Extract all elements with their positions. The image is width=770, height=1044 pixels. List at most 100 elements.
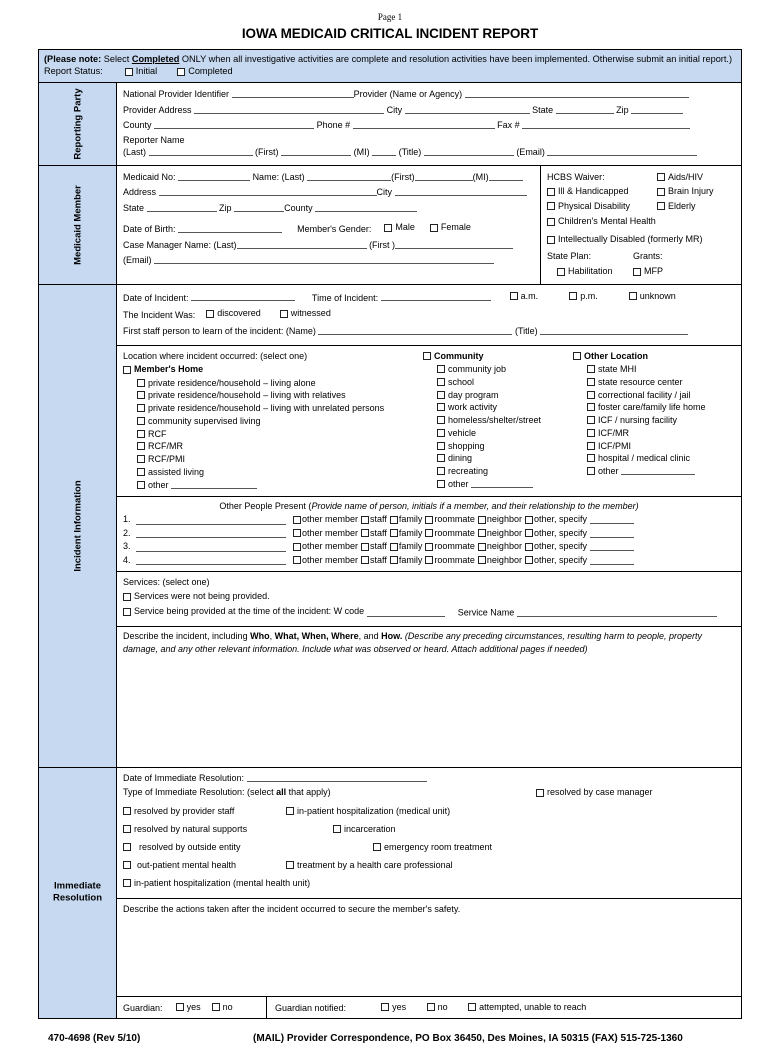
incident-witnessed-checkbox[interactable]: witnessed [279, 306, 331, 322]
location-option[interactable]: vehicle [423, 427, 573, 440]
location-option[interactable]: day program [423, 389, 573, 402]
county-input[interactable] [154, 120, 315, 130]
reporter-last-input[interactable] [148, 147, 253, 157]
location-option[interactable]: private residence/household – living alo… [123, 377, 423, 390]
location-option-other[interactable]: other [423, 478, 573, 491]
relationship-roommate-checkbox[interactable]: roommate [425, 554, 475, 568]
location-heading-other-location[interactable]: Other Location [573, 350, 648, 364]
provider-name-input[interactable] [464, 89, 689, 98]
relationship-roommate-checkbox[interactable]: roommate [425, 527, 475, 541]
w-code-input[interactable] [366, 608, 445, 617]
resolution-inpatient-medical-checkbox[interactable]: in-patient hospitalization (medical unit… [286, 802, 536, 820]
location-option[interactable]: homeless/shelter/street [423, 414, 573, 427]
incident-date-input[interactable] [191, 292, 296, 302]
location-heading-community[interactable]: Community [423, 350, 484, 364]
relationship-specify-input[interactable] [589, 542, 634, 552]
member-state-input[interactable] [146, 203, 217, 213]
location-option[interactable]: correctional facility / jail [573, 389, 733, 402]
relationship-staff-checkbox[interactable]: staff [361, 527, 387, 541]
reporter-first-input[interactable] [281, 147, 352, 157]
resolution-inpatient-mental-health-checkbox[interactable]: in-patient hospitalization (mental healt… [123, 874, 333, 892]
state-input[interactable] [555, 105, 614, 114]
case-manager-first-input[interactable] [395, 240, 514, 249]
location-option[interactable]: ICF / nursing facility [573, 414, 733, 427]
resolution-natural-supports-checkbox[interactable]: resolved by natural supports [123, 820, 333, 838]
member-zip-input[interactable] [234, 203, 285, 213]
notified-attempted-checkbox[interactable]: attempted, unable to reach [468, 1002, 586, 1012]
location-option[interactable]: shopping [423, 440, 573, 453]
describe-incident-textarea[interactable] [117, 657, 741, 767]
relationship-roommate-checkbox[interactable]: roommate [425, 540, 475, 554]
person-name-input[interactable] [136, 555, 286, 566]
relationship-family-checkbox[interactable]: family [389, 554, 422, 568]
resolution-emergency-room-checkbox[interactable]: emergency room treatment [373, 838, 583, 856]
reporter-email-input[interactable] [547, 147, 698, 157]
location-option[interactable]: RCF/MR [123, 440, 423, 453]
location-heading-members-home[interactable]: Member's Home [123, 363, 203, 377]
gender-male-checkbox[interactable]: Male [384, 220, 415, 236]
fax-input[interactable] [522, 120, 691, 130]
location-option[interactable]: RCF [123, 428, 423, 441]
other-community-input[interactable] [471, 479, 534, 488]
relationship-other-specify-checkbox[interactable]: other, specify [524, 554, 587, 568]
location-option[interactable]: recreating [423, 465, 573, 478]
resolution-provider-staff-checkbox[interactable]: resolved by provider staff [123, 802, 286, 820]
location-option[interactable]: ICF/MR [573, 427, 733, 440]
location-option-other[interactable]: other [123, 479, 423, 492]
waiver-elderly-checkbox[interactable]: Elderly [657, 199, 696, 214]
relationship-other-specify-checkbox[interactable]: other, specify [524, 527, 587, 541]
state-plan-habilitation-checkbox[interactable]: Habilitation [557, 265, 633, 279]
relationship-other-member-checkbox[interactable]: other member [293, 540, 358, 554]
resolution-outside-entity-checkbox[interactable]: resolved by outside entity [123, 838, 373, 856]
provider-address-input[interactable] [194, 105, 385, 114]
member-mi-input[interactable] [488, 172, 523, 181]
location-option[interactable]: state resource center [573, 376, 733, 389]
resolution-case-manager-checkbox[interactable]: resolved by case manager [536, 786, 653, 800]
relationship-staff-checkbox[interactable]: staff [361, 554, 387, 568]
services-not-provided-checkbox[interactable]: Services were not being provided. [123, 590, 270, 604]
time-am-checkbox[interactable]: a.m. [509, 289, 538, 305]
member-email-input[interactable] [154, 255, 495, 265]
first-staff-name-input[interactable] [318, 326, 513, 335]
city-input[interactable] [404, 105, 530, 114]
phone-input[interactable] [352, 120, 495, 130]
medicaid-no-input[interactable] [178, 172, 251, 181]
resolution-outpatient-mental-health-checkbox[interactable]: out-patient mental health [123, 856, 286, 874]
status-completed-checkbox[interactable]: Completed [177, 65, 233, 77]
incident-time-input[interactable] [380, 292, 491, 302]
relationship-neighbor-checkbox[interactable]: neighbor [477, 513, 522, 527]
location-option[interactable]: community supervised living [123, 415, 423, 428]
first-staff-title-input[interactable] [540, 326, 689, 335]
guardian-yes-checkbox[interactable]: yes [175, 1002, 201, 1012]
location-option[interactable]: hospital / medical clinic [573, 452, 733, 465]
location-option[interactable]: community job [423, 363, 573, 376]
member-address-input[interactable] [158, 187, 377, 197]
waiver-physical-disability-checkbox[interactable]: Physical Disability [547, 199, 657, 214]
person-name-input[interactable] [136, 542, 286, 552]
service-name-input[interactable] [516, 608, 717, 617]
relationship-specify-input[interactable] [589, 556, 634, 565]
time-pm-checkbox[interactable]: p.m. [569, 289, 598, 305]
waiver-intellectually-disabled-checkbox[interactable]: Intellectually Disabled (formerly MR) [547, 231, 703, 248]
services-provided-checkbox[interactable]: Service being provided at the time of th… [123, 604, 364, 619]
actions-taken-textarea[interactable] [117, 916, 741, 996]
member-first-input[interactable] [414, 172, 473, 181]
relationship-family-checkbox[interactable]: family [389, 513, 422, 527]
guardian-no-checkbox[interactable]: no [211, 1002, 233, 1012]
relationship-family-checkbox[interactable]: family [389, 527, 422, 541]
relationship-other-specify-checkbox[interactable]: other, specify [524, 540, 587, 554]
relationship-staff-checkbox[interactable]: staff [361, 540, 387, 554]
relationship-specify-input[interactable] [589, 529, 634, 538]
relationship-neighbor-checkbox[interactable]: neighbor [477, 554, 522, 568]
relationship-specify-input[interactable] [589, 515, 634, 525]
member-city-input[interactable] [394, 187, 527, 197]
grants-mfp-checkbox[interactable]: MFP [633, 265, 663, 279]
resolution-incarceration-checkbox[interactable]: incarceration [333, 820, 496, 838]
reporter-mi-input[interactable] [372, 147, 397, 157]
person-name-input[interactable] [136, 528, 286, 539]
waiver-aids-hiv-checkbox[interactable]: Aids/HIV [657, 170, 703, 185]
location-option[interactable]: dining [423, 452, 573, 465]
waiver-childrens-mental-health-checkbox[interactable]: Children's Mental Health [547, 213, 656, 230]
relationship-roommate-checkbox[interactable]: roommate [425, 513, 475, 527]
other-other-location-input[interactable] [621, 466, 696, 476]
